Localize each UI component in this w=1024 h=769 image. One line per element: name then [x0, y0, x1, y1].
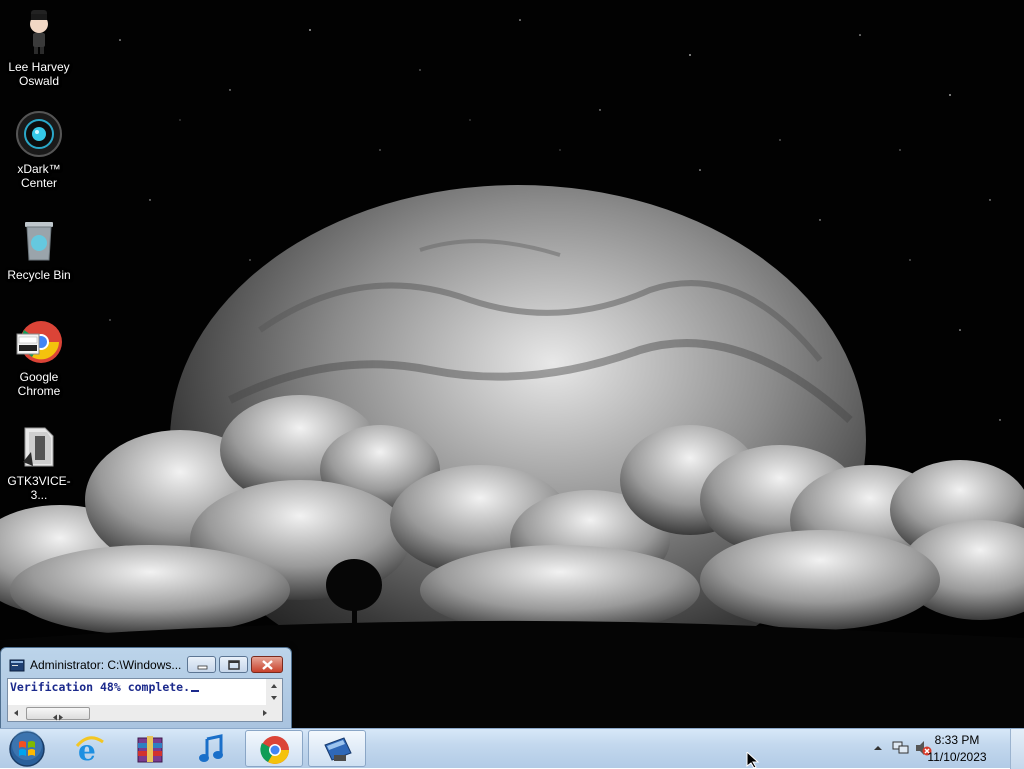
minimize-icon	[197, 665, 208, 670]
clock-date[interactable]: 11/10/2023	[912, 750, 1002, 764]
winrar-icon	[137, 736, 163, 763]
chrome-shortcut-icon	[16, 321, 62, 363]
horizontal-scrollbar[interactable]	[8, 705, 282, 721]
desktop-icon-gtk3vice[interactable]: GTK3VICE-3...	[2, 422, 76, 502]
horizontal-scroll-thumb[interactable]	[26, 707, 90, 721]
desktop-icon-label: xDark™ Center	[17, 162, 61, 190]
folder-icon	[23, 427, 54, 467]
desktop-icon-label: Lee Harvey Oswald	[8, 60, 70, 88]
scroll-up-icon[interactable]	[269, 681, 279, 691]
desktop-icon-lee-harvey-oswald[interactable]: Lee Harvey Oswald	[2, 8, 76, 88]
desktop-icon-label: GTK3VICE-3...	[7, 474, 71, 502]
show-desktop-button[interactable]	[1010, 729, 1024, 769]
desktop-icon-google-chrome[interactable]: Google Chrome	[2, 318, 76, 398]
desktop[interactable]: Lee Harvey Oswald xDark™ Center Recycle …	[0, 0, 1024, 728]
xdark-center-icon	[16, 111, 62, 157]
windows-start-orb-icon[interactable]	[6, 730, 48, 768]
desktop-icon-recycle-bin[interactable]: Recycle Bin	[2, 216, 76, 282]
mouse-pointer-icon	[746, 752, 760, 768]
console-titlebar[interactable]: Administrator: C:\Windows...	[1, 648, 291, 676]
network-icon[interactable]	[892, 739, 910, 757]
vertical-scrollbar[interactable]	[266, 679, 282, 705]
close-button[interactable]	[251, 656, 283, 673]
console-title: Administrator: C:\Windows...	[30, 658, 182, 672]
console-output-line: Verification 48% complete.	[10, 680, 200, 694]
scroll-left-icon[interactable]	[11, 708, 21, 718]
taskbar-internet-explorer[interactable]: e	[60, 730, 118, 767]
maximize-button[interactable]	[219, 656, 248, 673]
desktop-icon-xdark-center[interactable]: xDark™ Center	[2, 110, 76, 190]
recycle-bin-icon	[25, 222, 53, 261]
console-window-icon	[324, 737, 352, 761]
cursor-caret	[191, 690, 200, 692]
console-window-icon	[9, 659, 25, 672]
scroll-down-icon[interactable]	[269, 693, 279, 703]
chrome-icon	[260, 736, 289, 764]
taskbar-winrar[interactable]	[121, 730, 179, 767]
music-note-icon	[199, 734, 223, 762]
maximize-icon	[228, 660, 240, 670]
system-tray[interactable]: 8:33 PM 11/10/2023	[864, 729, 1024, 769]
close-icon	[262, 660, 273, 670]
minimize-button[interactable]	[187, 656, 216, 673]
taskbar[interactable]: e 8:33 PM 11/10/2023	[0, 728, 1024, 769]
desktop-icon-label: Recycle Bin	[7, 268, 71, 282]
clock-time[interactable]: 8:33 PM	[912, 733, 1002, 747]
grip-icon	[53, 714, 63, 721]
console-client-area[interactable]: Verification 48% complete.	[7, 678, 283, 722]
console-output[interactable]: Verification 48% complete.	[8, 679, 266, 705]
taskbar-google-chrome[interactable]	[245, 730, 303, 767]
internet-explorer-icon: e	[75, 734, 104, 764]
taskbar-console-window[interactable]	[308, 730, 366, 767]
character-avatar-icon	[30, 10, 48, 54]
wallpaper-planet-clouds	[0, 0, 1024, 728]
console-window[interactable]: Administrator: C:\Windows... Verificatio…	[0, 647, 292, 728]
taskbar-music[interactable]	[183, 730, 241, 767]
show-hidden-icons-icon[interactable]	[873, 743, 883, 753]
scroll-right-icon[interactable]	[260, 708, 270, 718]
desktop-icon-label: Google Chrome	[17, 370, 61, 398]
